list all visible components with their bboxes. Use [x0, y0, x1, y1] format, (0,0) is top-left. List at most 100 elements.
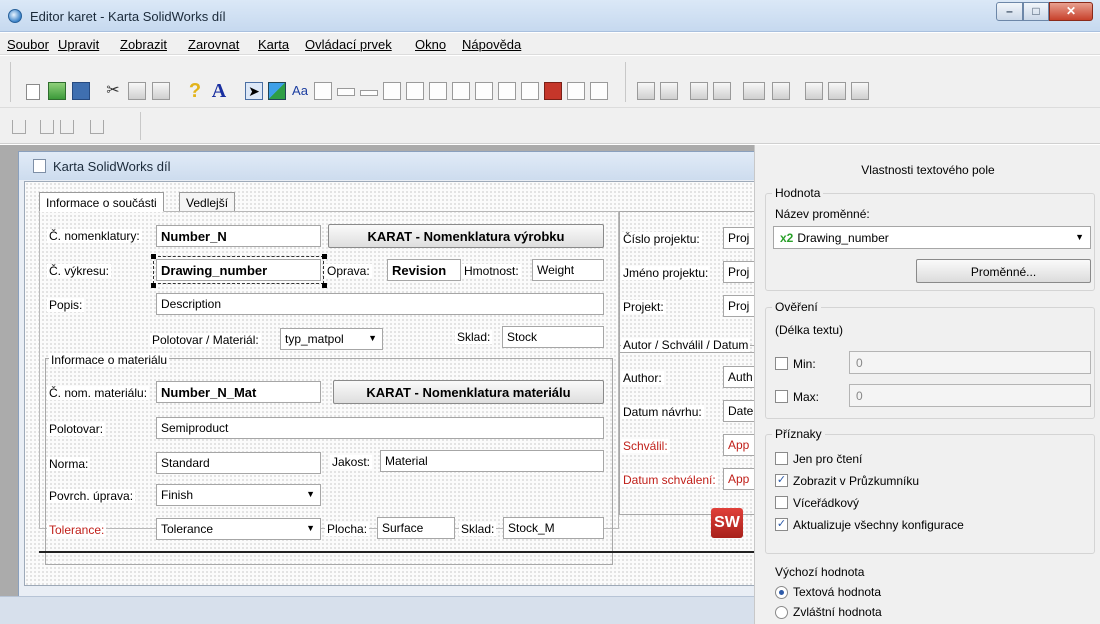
menu-bar: Soubor Upravit Zobrazit Zarovnat Karta O…: [0, 33, 1100, 55]
align-bottom-icon[interactable]: [713, 82, 731, 100]
hmotnost-field[interactable]: Weight: [532, 259, 604, 281]
norma-field[interactable]: Standard: [156, 452, 321, 474]
copy-icon[interactable]: [128, 82, 146, 100]
child-window-title: Karta SolidWorks díl: [53, 159, 171, 174]
align-top-icon[interactable]: [690, 82, 708, 100]
mdi-area: Karta SolidWorks díl Informace o součást…: [0, 145, 763, 624]
grid-tool-icon[interactable]: [567, 82, 585, 100]
zvlastni-hodnota-radio[interactable]: [775, 606, 788, 619]
menu-karta[interactable]: Karta: [258, 37, 289, 52]
viceradkovy-checkbox[interactable]: [775, 496, 788, 509]
vykresu-field[interactable]: Drawing_number: [153, 256, 324, 284]
popis-field[interactable]: Description: [156, 293, 604, 315]
align-center-icon[interactable]: [660, 82, 678, 100]
chevron-down-icon: ▼: [368, 333, 377, 343]
paste-icon[interactable]: [152, 82, 170, 100]
group-tool-icon[interactable]: [475, 82, 493, 100]
anchor-right-icon[interactable]: [40, 120, 54, 134]
karat-materialu-button[interactable]: KARAT - Nomenklatura materiálu: [333, 380, 604, 404]
selection-handle[interactable]: [151, 283, 156, 288]
space-horizontal-icon[interactable]: [743, 82, 765, 100]
nom-materialu-field[interactable]: Number_N_Mat: [156, 381, 321, 403]
menu-zarovnat[interactable]: Zarovnat: [188, 37, 239, 52]
save-icon[interactable]: [72, 82, 90, 100]
form-canvas[interactable]: Informace o součásti Vedlejší Č. nomenkl…: [24, 181, 763, 586]
variable-name-combo[interactable]: x2 Drawing_number ▼: [773, 226, 1091, 249]
max-input[interactable]: 0: [849, 384, 1091, 407]
help-icon[interactable]: ?: [186, 81, 204, 101]
option-tool-icon[interactable]: [383, 82, 401, 100]
min-input[interactable]: 0: [849, 351, 1091, 374]
zvlastni-hodnota-label: Zvláštní hodnota: [793, 605, 882, 619]
chevron-down-icon: ▼: [1075, 232, 1084, 242]
open-icon[interactable]: [48, 82, 66, 100]
same-height-icon[interactable]: [828, 82, 846, 100]
anchor-top-icon[interactable]: [60, 120, 74, 134]
card-icon: [33, 159, 46, 173]
close-button[interactable]: ✕: [1049, 2, 1093, 21]
close-icon: ✕: [1065, 4, 1077, 18]
povrch-combo[interactable]: Finish ▼: [156, 484, 321, 506]
max-checkbox[interactable]: [775, 390, 788, 403]
frame-tool-icon[interactable]: [406, 82, 424, 100]
textbox-tool-icon[interactable]: [314, 82, 332, 100]
jakost-field[interactable]: Material: [380, 450, 604, 472]
tab-informace[interactable]: Informace o součásti: [39, 192, 164, 212]
tolerance-value: Tolerance: [161, 522, 214, 536]
font-icon[interactable]: A: [210, 81, 228, 101]
menu-zobrazit[interactable]: Zobrazit: [120, 37, 167, 52]
special-tool-icon[interactable]: [544, 82, 562, 100]
hmotnost-label: Hmotnost:: [462, 264, 521, 278]
promenne-button[interactable]: Proměnné...: [916, 259, 1091, 283]
zobrazit-checkbox[interactable]: ✓: [775, 474, 788, 487]
tab-vedlejsi[interactable]: Vedlejší: [179, 192, 236, 212]
line-tool-icon[interactable]: [337, 88, 355, 96]
anchor-bottom-icon[interactable]: [90, 120, 104, 134]
selection-handle[interactable]: [322, 283, 327, 288]
selection-handle[interactable]: [151, 254, 156, 259]
tolerance-combo[interactable]: Tolerance ▼: [156, 518, 321, 540]
plocha-field[interactable]: Surface: [377, 517, 455, 539]
frame2-tool-icon[interactable]: [429, 82, 447, 100]
menu-napoveda[interactable]: Nápověda: [462, 37, 521, 52]
nomenklatury-field[interactable]: Number_N: [156, 225, 321, 247]
label-tool-icon[interactable]: Aa: [291, 82, 309, 100]
checkbox-tool-icon[interactable]: [521, 82, 539, 100]
anchor-left-icon[interactable]: [12, 120, 26, 134]
min-checkbox[interactable]: [775, 357, 788, 370]
min-label: Min:: [793, 357, 816, 371]
sklad2-label: Sklad:: [459, 522, 497, 536]
space-vertical-icon[interactable]: [772, 82, 790, 100]
aktualizuje-checkbox[interactable]: ✓: [775, 518, 788, 531]
menu-ovladaci-prvek[interactable]: Ovládací prvek: [305, 37, 392, 52]
textova-hodnota-radio[interactable]: [775, 586, 788, 599]
same-size-icon[interactable]: [851, 82, 869, 100]
sklad-field[interactable]: Stock: [502, 326, 604, 348]
image-tool-icon[interactable]: [268, 82, 286, 100]
menu-okno[interactable]: Okno: [415, 37, 446, 52]
menu-upravit[interactable]: Upravit: [58, 37, 99, 52]
tab-tool-icon[interactable]: [498, 82, 516, 100]
bar-tool-icon[interactable]: [360, 90, 378, 96]
polotovar-field[interactable]: Semiproduct: [156, 417, 604, 439]
polotovar-label: Polotovar:: [47, 422, 106, 436]
maximize-button[interactable]: □: [1023, 2, 1049, 21]
minimize-button[interactable]: –: [996, 2, 1023, 21]
tree-tool-icon[interactable]: [590, 82, 608, 100]
align-left-icon[interactable]: [637, 82, 655, 100]
select-pointer-icon[interactable]: ➤: [245, 82, 263, 100]
cut-icon[interactable]: ✂: [104, 82, 122, 100]
jen-pro-cteni-checkbox[interactable]: [775, 452, 788, 465]
polotovar-material-label: Polotovar / Materiál:: [150, 333, 261, 347]
hodnota-legend: Hodnota: [772, 186, 824, 200]
oprava-field[interactable]: Revision: [387, 259, 461, 281]
new-document-icon[interactable]: [26, 84, 40, 100]
sklad2-field[interactable]: Stock_M: [503, 517, 604, 539]
karat-vyrobku-button[interactable]: KARAT - Nomenklatura výrobku: [328, 224, 604, 248]
list-tool-icon[interactable]: [452, 82, 470, 100]
selection-handle[interactable]: [322, 254, 327, 259]
delka-textu-label: (Délka textu): [775, 323, 844, 337]
menu-soubor[interactable]: Soubor: [7, 37, 49, 52]
polotovar-material-combo[interactable]: typ_matpol ▼: [280, 328, 383, 350]
same-width-icon[interactable]: [805, 82, 823, 100]
